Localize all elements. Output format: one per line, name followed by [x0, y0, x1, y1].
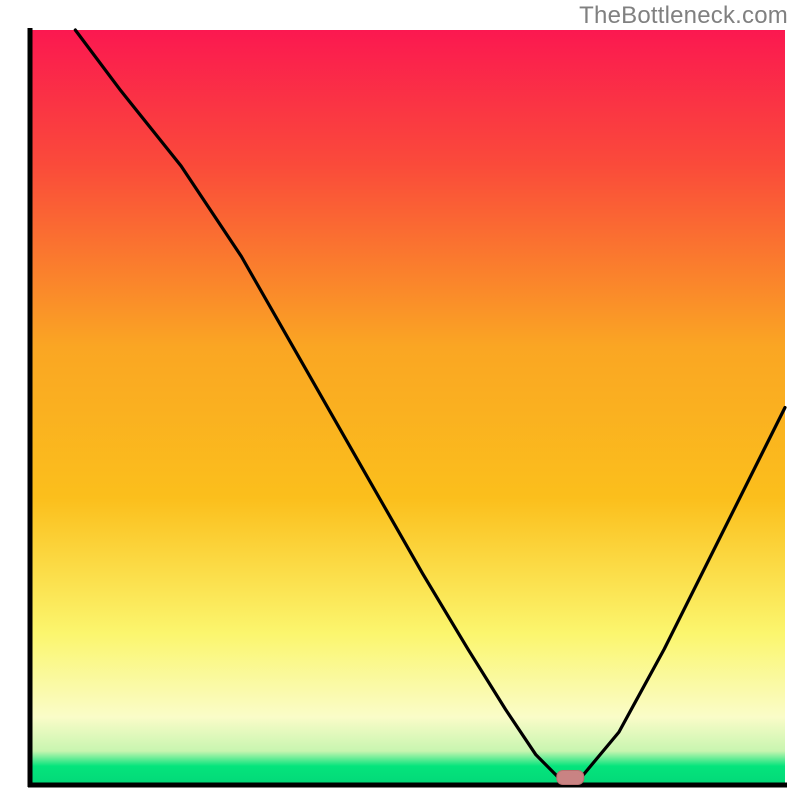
bottleneck-chart: [0, 0, 800, 800]
optimal-marker: [557, 771, 584, 785]
gradient-background: [30, 30, 785, 785]
chart-container: TheBottleneck.com: [0, 0, 800, 800]
watermark-text: TheBottleneck.com: [579, 2, 788, 30]
